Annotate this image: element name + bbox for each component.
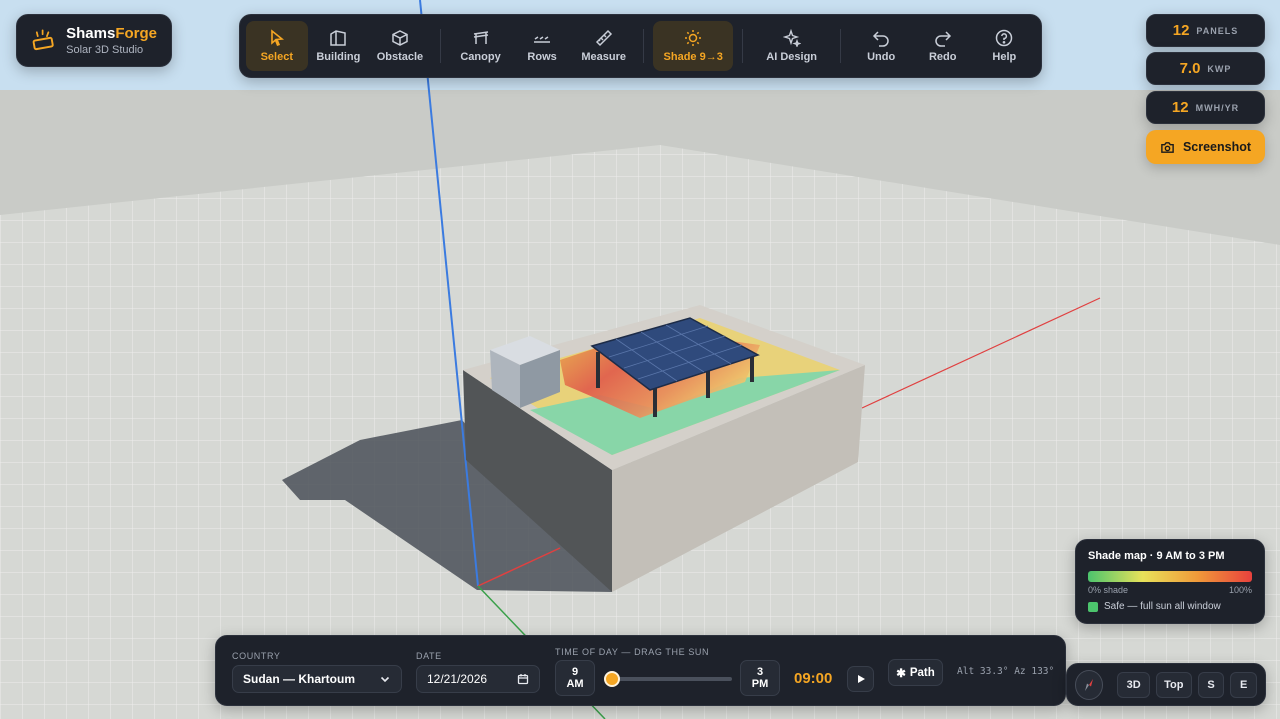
sparkles-icon	[782, 29, 801, 47]
legend-max-label: 100%	[1228, 585, 1252, 595]
legend-min-label: 0% shade	[1088, 585, 1129, 595]
shade-map-legend: Shade map · 9 AM to 3 PM 0% shade 100% S…	[1075, 539, 1265, 624]
country-select[interactable]: Sudan — Khartoum	[232, 665, 402, 693]
redo-icon	[935, 31, 951, 47]
ruler-icon	[595, 29, 612, 47]
safe-swatch	[1088, 601, 1098, 612]
view-3d-button[interactable]: 3D	[1117, 671, 1150, 698]
legend-gradient-bar	[1088, 571, 1252, 582]
chevron-down-icon	[380, 676, 390, 683]
time-slider-thumb[interactable]	[604, 671, 620, 687]
play-icon	[857, 675, 865, 683]
power-stat: 7.0 KWP	[1146, 52, 1265, 85]
building-icon	[330, 30, 347, 46]
undo-icon	[873, 31, 889, 47]
sun-icon	[685, 30, 702, 46]
screenshot-button[interactable]: Screenshot	[1146, 130, 1265, 164]
app-name: ShamsForge	[66, 25, 157, 42]
app-subtitle: Solar 3D Studio	[66, 44, 144, 56]
legend-safe-label: Safe — full sun all window	[1104, 601, 1221, 612]
legend-title: Shade map · 9 AM to 3 PM	[1088, 550, 1225, 562]
sun-controls-bar: COUNTRY Sudan — Khartoum DATE 12/21/2026…	[215, 635, 1066, 706]
sun-path-button[interactable]: ✱ Path	[888, 659, 943, 686]
view-top-button[interactable]: Top	[1155, 671, 1192, 698]
view-east-button[interactable]: E	[1230, 671, 1257, 698]
undo-button[interactable]: Undo	[850, 21, 912, 71]
country-label: COUNTRY	[232, 651, 281, 661]
rows-icon	[534, 36, 551, 43]
view-controls: 3D Top S E	[1066, 663, 1266, 706]
end-hour-badge: 3 PM	[740, 660, 780, 696]
building-tool-button[interactable]: Building	[308, 21, 370, 71]
redo-button[interactable]: Redo	[912, 21, 974, 71]
brand-logo-card: ShamsForge Solar 3D Studio	[16, 14, 172, 67]
shade-tool-button[interactable]: Shade 9→3	[653, 21, 733, 71]
energy-stat: 12 MWH/YR	[1146, 91, 1265, 124]
camera-icon	[1161, 141, 1174, 153]
toolbar-separator	[840, 29, 842, 63]
calendar-icon	[517, 674, 529, 685]
sun-path-icon: ✱	[896, 667, 906, 680]
start-hour-badge: 9 AM	[555, 660, 595, 696]
toolbar-separator	[741, 29, 743, 63]
view-south-button[interactable]: S	[1197, 671, 1225, 698]
time-slider[interactable]	[604, 671, 732, 687]
date-label: DATE	[416, 651, 442, 661]
panels-count-stat: 12 PANELS	[1146, 14, 1265, 47]
date-input[interactable]: 12/21/2026	[416, 665, 540, 693]
time-of-day-label: TIME OF DAY — DRAG THE SUN	[555, 647, 710, 657]
canopy-icon	[473, 31, 488, 44]
ai-design-button[interactable]: AI Design	[752, 21, 831, 71]
compass-icon[interactable]	[1075, 669, 1104, 700]
rows-tool-button[interactable]: Rows	[511, 21, 573, 71]
help-button[interactable]: Help	[974, 21, 1036, 71]
canopy-tool-button[interactable]: Canopy	[450, 21, 512, 71]
select-tool-button[interactable]: Select	[246, 21, 308, 71]
toolbar-separator	[643, 29, 645, 63]
main-toolbar: Select Building Obstacle Canopy Rows Mea…	[239, 14, 1042, 78]
help-icon	[996, 29, 1013, 47]
cube-icon	[392, 30, 408, 46]
obstacle-tool-button[interactable]: Obstacle	[369, 21, 431, 71]
current-time-display: 09:00	[794, 670, 833, 687]
cursor-icon	[270, 29, 284, 46]
measure-tool-button[interactable]: Measure	[573, 21, 635, 71]
play-button[interactable]	[847, 666, 874, 692]
sun-logo-icon	[32, 29, 54, 50]
sun-altitude-azimuth: Alt 33.3° Az 133°	[957, 666, 1055, 677]
toolbar-separator	[439, 29, 441, 63]
